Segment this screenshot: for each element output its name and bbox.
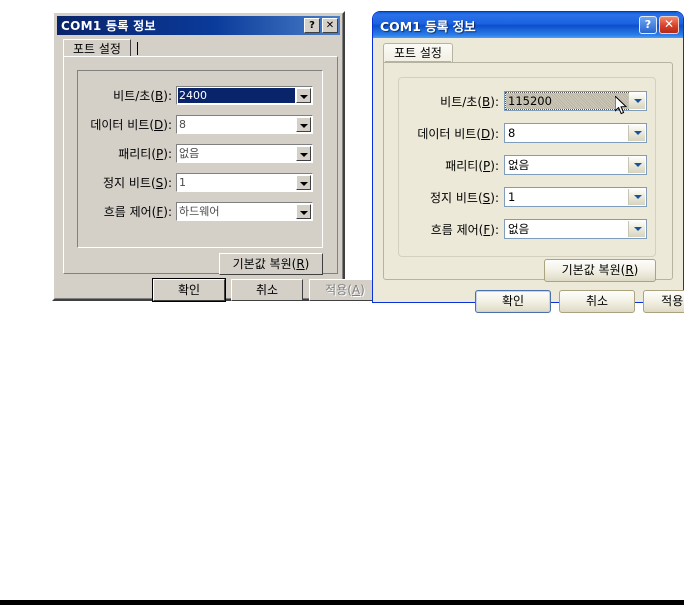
titlebar-xp-buttons: ? ✕ [639, 16, 683, 34]
dialog-xp: COM1 등록 정보 ? ✕ 포트 설정 비트/초(B): 115200 데이터… [372, 11, 684, 313]
cancel-button[interactable]: 취소 [559, 290, 635, 313]
dialog-classic-buttonbar: 확인 취소 적용(A) [54, 278, 381, 303]
field-label-parity: 패리티(P): [445, 158, 499, 173]
titlebar-classic[interactable]: COM1 등록 정보 ? ✕ [57, 16, 340, 35]
dialog-xp-body: 포트 설정 비트/초(B): 115200 데이터 비트(D): 8 패리티(P… [373, 38, 684, 313]
chevron-down-icon[interactable] [628, 189, 645, 205]
chevron-down-icon[interactable] [628, 93, 645, 109]
field-data-bits: 데이터 비트(D): 8 [84, 115, 313, 134]
field-label-bits-per-second: 비트/초(B): [440, 94, 499, 109]
combobox-data-bits[interactable]: 8 [176, 115, 313, 134]
restore-defaults-button[interactable]: 기본값 복원(R) [219, 253, 323, 275]
combobox-value-stop-bits: 1 [508, 190, 516, 204]
field-label-data-bits: 데이터 비트(D): [417, 126, 499, 141]
screenshot-canvas: COM1 등록 정보 ? ✕ 포트 설정 비트/초(B): 2400 데이터 비… [0, 0, 684, 615]
combobox-value-stop-bits: 1 [179, 176, 186, 189]
combobox-value-parity: 없음 [179, 147, 200, 160]
tab-port-settings[interactable]: 포트 설정 [63, 39, 131, 57]
field-parity: 패리티(P): 없음 [406, 155, 647, 175]
combobox-value-flow-control: 하드웨어 [179, 205, 220, 218]
combobox-parity[interactable]: 없음 [504, 155, 647, 175]
combobox-value-data-bits: 8 [508, 126, 516, 140]
field-label-stop-bits: 정지 비트(S): [429, 190, 499, 205]
field-parity: 패리티(P): 없음 [84, 144, 313, 163]
chevron-down-icon[interactable] [296, 117, 311, 132]
tab-focus-caret [137, 42, 138, 55]
field-data-bits: 데이터 비트(D): 8 [406, 123, 647, 143]
tab-port-settings[interactable]: 포트 설정 [383, 43, 453, 63]
titlebar-classic-buttons: ? ✕ [304, 18, 340, 33]
chevron-down-icon[interactable] [296, 175, 311, 190]
field-bits-per-second: 비트/초(B): 2400 [84, 86, 313, 105]
chevron-down-icon[interactable] [628, 157, 645, 173]
dialog-classic-title: COM1 등록 정보 [61, 19, 156, 33]
combobox-stop-bits[interactable]: 1 [176, 173, 313, 192]
field-flow-control: 흐름 제어(F): 없음 [406, 219, 647, 239]
field-bits-per-second: 비트/초(B): 115200 [406, 91, 647, 111]
cancel-button[interactable]: 취소 [231, 279, 303, 301]
dialog-xp-buttonbar: 확인 취소 적용(A) [373, 290, 684, 314]
field-label-flow-control: 흐름 제어(F): [430, 222, 499, 237]
tabstrip-xp: 포트 설정 [383, 43, 673, 63]
chevron-down-icon[interactable] [296, 204, 311, 219]
chevron-down-icon[interactable] [296, 88, 311, 103]
field-label-stop-bits: 정지 비트(S): [102, 176, 172, 190]
field-stop-bits: 정지 비트(S): 1 [406, 187, 647, 207]
chevron-down-icon[interactable] [628, 221, 645, 237]
field-label-parity: 패리티(P): [118, 147, 172, 161]
tabpage-xp: 비트/초(B): 115200 데이터 비트(D): 8 패리티(P): 없음 … [383, 62, 673, 282]
apply-button: 적용(A) [309, 279, 381, 301]
dialog-classic: COM1 등록 정보 ? ✕ 포트 설정 비트/초(B): 2400 데이터 비… [52, 11, 381, 303]
tab-label: 포트 설정 [394, 46, 442, 60]
combobox-flow-control[interactable]: 없음 [504, 219, 647, 239]
chevron-down-icon[interactable] [628, 125, 645, 141]
combobox-bits-per-second[interactable]: 2400 [176, 86, 313, 105]
restore-defaults-button[interactable]: 기본값 복원(R) [544, 259, 656, 282]
combobox-value-data-bits: 8 [179, 118, 186, 131]
field-stop-bits: 정지 비트(S): 1 [84, 173, 313, 192]
close-icon[interactable]: ✕ [322, 18, 338, 33]
dialog-xp-title: COM1 등록 정보 [380, 18, 476, 34]
combobox-value-bits-per-second: 2400 [178, 88, 295, 103]
combobox-value-parity: 없음 [508, 158, 530, 172]
field-label-flow-control: 흐름 제어(F): [103, 205, 172, 219]
bottom-black-bar [0, 600, 684, 605]
combobox-value-bits-per-second: 115200 [505, 92, 629, 110]
help-icon[interactable]: ? [304, 18, 320, 33]
field-label-bits-per-second: 비트/초(B): [113, 89, 172, 103]
field-flow-control: 흐름 제어(F): 하드웨어 [84, 202, 313, 221]
tabpage-classic: 비트/초(B): 2400 데이터 비트(D): 8 패리티(P): 없음 정지… [63, 56, 338, 275]
combobox-data-bits[interactable]: 8 [504, 123, 647, 143]
combobox-flow-control[interactable]: 하드웨어 [176, 202, 313, 221]
close-icon[interactable]: ✕ [659, 16, 679, 34]
chevron-down-icon[interactable] [296, 146, 311, 161]
titlebar-xp[interactable]: COM1 등록 정보 ? ✕ [373, 12, 683, 38]
ok-button[interactable]: 확인 [475, 290, 551, 313]
field-label-data-bits: 데이터 비트(D): [90, 118, 172, 132]
tabstrip-classic: 포트 설정 [63, 39, 338, 57]
combobox-bits-per-second[interactable]: 115200 [504, 91, 647, 111]
combobox-value-flow-control: 없음 [508, 222, 530, 236]
combobox-stop-bits[interactable]: 1 [504, 187, 647, 207]
help-icon[interactable]: ? [639, 16, 657, 34]
ok-button[interactable]: 확인 [152, 278, 226, 302]
apply-button[interactable]: 적용(A) [643, 290, 684, 313]
combobox-parity[interactable]: 없음 [176, 144, 313, 163]
